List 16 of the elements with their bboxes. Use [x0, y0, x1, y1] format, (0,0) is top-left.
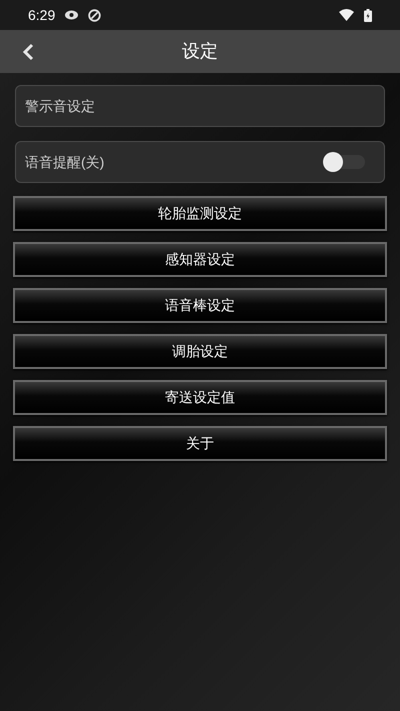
screen-title: 设定	[182, 40, 218, 63]
status-time: 6:29	[28, 6, 56, 24]
row-label: 警示音设定	[25, 96, 95, 116]
menu-button[interactable]: 调胎设定	[13, 334, 387, 369]
eye-icon	[65, 10, 78, 20]
menu-button[interactable]: 寄送设定值	[13, 380, 387, 415]
battery-icon	[364, 8, 372, 22]
settings-row[interactable]: 语音提醒(关)	[15, 141, 385, 183]
wifi-icon	[339, 9, 354, 21]
menu-button[interactable]: 感知器设定	[13, 242, 387, 277]
menu-button[interactable]: 语音棒设定	[13, 288, 387, 323]
row-label: 语音提醒(关)	[25, 152, 104, 172]
menu-button[interactable]: 轮胎监测设定	[13, 196, 387, 231]
menu-button[interactable]: 关于	[13, 426, 387, 461]
settings-row[interactable]: 警示音设定	[15, 85, 385, 127]
back-icon	[21, 42, 35, 60]
